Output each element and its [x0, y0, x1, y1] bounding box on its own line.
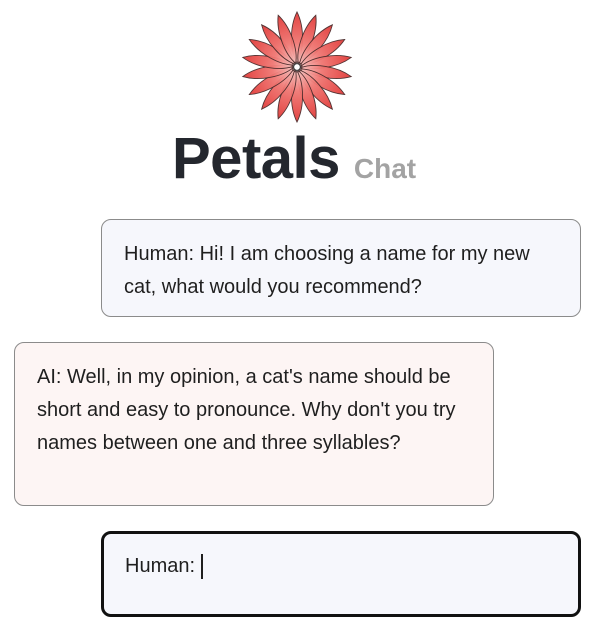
app-subtitle: Chat — [353, 153, 417, 184]
input-prefix: Human: — [125, 555, 196, 577]
flower-petals-icon — [241, 10, 353, 124]
ai-message-bubble: AI: Well, in my opinion, a cat's name sh… — [14, 342, 494, 506]
flower-center — [293, 63, 301, 71]
human-message-text: Human: Hi! I am choosing a name for my n… — [124, 243, 530, 298]
brand-header: Petals Chat — [172, 126, 416, 192]
app-title: Petals — [172, 126, 340, 191]
ai-message-text: AI: Well, in my opinion, a cat's name sh… — [37, 366, 456, 454]
message-input[interactable]: Human: — [101, 531, 581, 617]
human-message-bubble: Human: Hi! I am choosing a name for my n… — [101, 219, 581, 317]
text-caret — [201, 554, 203, 579]
